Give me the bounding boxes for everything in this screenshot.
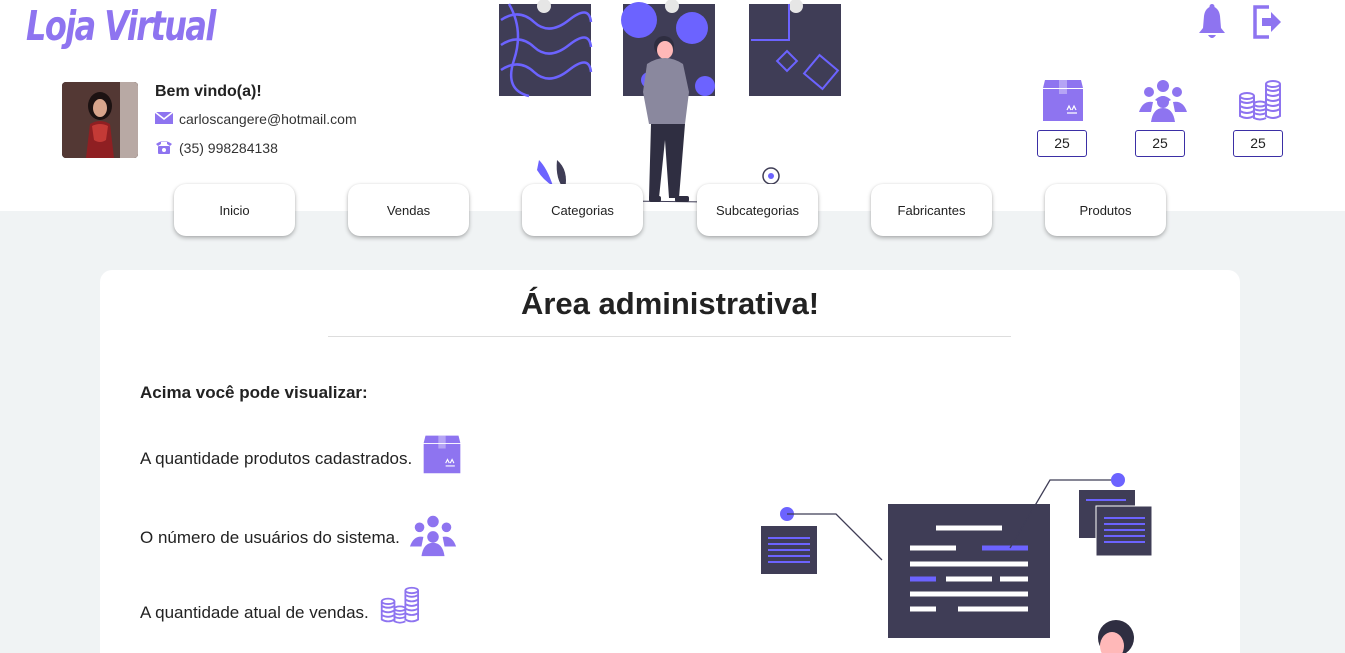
page-title: Área administrativa! [520,286,820,321]
stat-users: 25 [1135,78,1187,157]
info-line-sales: A quantidade atual de vendas. [140,586,421,630]
nav-subcategorias[interactable]: Subcategorias [697,184,818,236]
hero-illustration [499,0,844,206]
title-divider [328,336,1011,337]
nav-vendas[interactable]: Vendas [348,184,469,236]
products-count: 25 [1037,130,1087,157]
phone-icon [155,139,173,157]
users-group-icon [1137,78,1187,122]
info-line-users: O número de usuários do sistema. [140,513,458,562]
user-email: carloscangere@hotmail.com [179,111,357,127]
info-line-products: A quantidade produtos cadastrados. [140,435,464,481]
nav-fabricantes[interactable]: Fabricantes [871,184,992,236]
info-text: A quantidade produtos cadastrados. [140,448,413,468]
documents-illustration [760,470,1160,653]
bell-icon[interactable] [1197,4,1227,45]
package-icon [420,435,464,481]
phone-row: (35) 998284138 [155,139,278,157]
nav-categorias[interactable]: Categorias [522,184,643,236]
stat-sales: 25 [1233,78,1285,157]
welcome-text: Bem vindo(a)! [155,83,262,100]
envelope-icon [154,111,174,127]
section-subtitle: Acima você pode visualizar: [140,383,368,402]
email-row: carloscangere@hotmail.com [154,111,357,127]
sales-count: 25 [1233,130,1283,157]
header: Loja Virtual Bem vindo(a)! carloscangere… [0,0,1345,211]
admin-card: Área administrativa! Acima você pode vis… [100,270,1240,653]
coins-icon [1235,78,1283,122]
info-text: O número de usuários do sistema. [140,527,400,547]
package-icon [1039,78,1087,122]
nav-inicio[interactable]: Inicio [174,184,295,236]
logout-icon[interactable] [1251,4,1283,45]
users-group-icon [408,513,458,562]
coins-icon [377,586,421,630]
users-count: 25 [1135,130,1185,157]
nav-produtos[interactable]: Produtos [1045,184,1166,236]
stat-products: 25 [1037,78,1089,157]
logo[interactable]: Loja Virtual [26,2,216,50]
avatar [62,82,138,158]
user-phone: (35) 998284138 [179,140,278,156]
info-text: A quantidade atual de vendas. [140,602,369,622]
